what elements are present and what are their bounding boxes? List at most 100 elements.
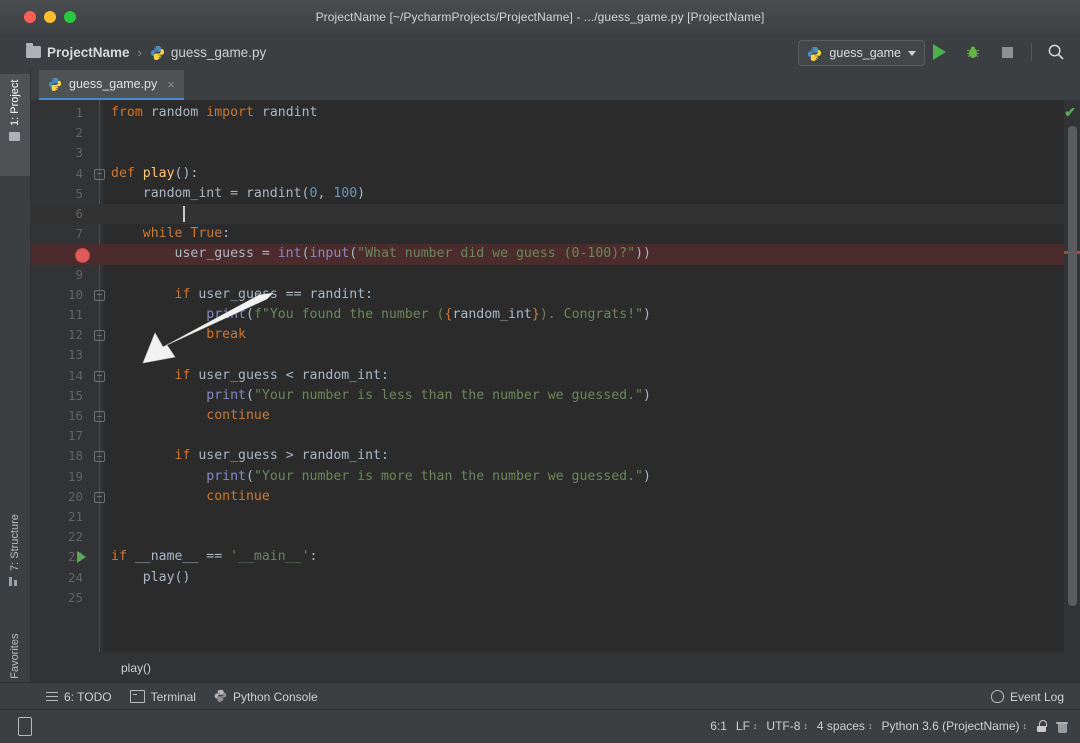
fold-toggle-icon[interactable]: [94, 289, 105, 301]
indent-selector[interactable]: 4 spaces ↕: [817, 719, 873, 733]
caret-position[interactable]: 6:1: [710, 719, 727, 733]
code-line[interactable]: continue: [111, 487, 270, 507]
line-number[interactable]: 7: [31, 224, 83, 244]
tool-window-python-console-label: Python Console: [232, 689, 318, 704]
debug-button[interactable]: [963, 42, 983, 62]
line-number[interactable]: 4: [31, 164, 83, 184]
line-number[interactable]: 14: [31, 366, 83, 386]
code-line[interactable]: break: [111, 325, 246, 345]
line-number[interactable]: 25: [31, 588, 83, 608]
line-number[interactable]: 13: [31, 345, 83, 365]
line-number[interactable]: 11: [31, 305, 83, 325]
line-number[interactable]: 16: [31, 406, 83, 426]
text-caret: [183, 206, 185, 222]
run-gutter-icon[interactable]: [77, 551, 86, 564]
line-number[interactable]: 17: [31, 426, 83, 446]
fold-toggle-icon[interactable]: [94, 491, 105, 503]
window-controls[interactable]: [24, 0, 76, 34]
fold-toggle-icon[interactable]: [94, 370, 105, 382]
fold-toggle-icon[interactable]: [94, 451, 105, 463]
line-number[interactable]: 23: [31, 547, 83, 567]
debug-icon: [967, 46, 979, 58]
encoding-selector[interactable]: UTF-8 ↕: [766, 719, 808, 733]
line-number[interactable]: 3: [31, 143, 83, 163]
close-button[interactable]: [24, 11, 36, 23]
line-number[interactable]: 5: [31, 184, 83, 204]
line-number[interactable]: 6: [31, 204, 83, 224]
editor-breadcrumb[interactable]: play(): [31, 652, 1080, 683]
device-icon[interactable]: [18, 716, 32, 736]
code-line[interactable]: if user_guess == randint:: [111, 285, 374, 305]
editor-breadcrumb-label: play(): [121, 661, 152, 675]
editor-tab-label: guess_game.py: [69, 77, 158, 91]
line-number[interactable]: 19: [31, 467, 83, 487]
inspection-ok-icon: ✔: [1064, 104, 1076, 120]
code-line[interactable]: from random import randint: [111, 103, 317, 123]
chevron-updown-icon: ↕: [1022, 721, 1028, 731]
run-icon: [932, 44, 946, 60]
close-icon[interactable]: ×: [167, 77, 175, 92]
line-number[interactable]: 21: [31, 507, 83, 527]
line-number[interactable]: 10: [31, 285, 83, 305]
breadcrumb-file-label: guess_game.py: [170, 44, 267, 60]
code-line[interactable]: continue: [111, 406, 270, 426]
line-number[interactable]: 20: [31, 487, 83, 507]
toolbar-divider: [1031, 43, 1032, 61]
minimize-button[interactable]: [44, 11, 56, 23]
line-number[interactable]: 2: [31, 123, 83, 143]
sidebar-item-project[interactable]: 1: Project: [0, 74, 30, 176]
fold-toggle-icon[interactable]: [94, 168, 105, 180]
code-line[interactable]: while True:: [111, 224, 230, 244]
interpreter-selector[interactable]: Python 3.6 (ProjectName) ↕: [881, 719, 1027, 733]
line-number[interactable]: 24: [31, 568, 83, 588]
code-line[interactable]: random_int = randint(0, 100): [111, 184, 365, 204]
code-line[interactable]: if user_guess > random_int:: [111, 446, 389, 466]
breadcrumb-item-project[interactable]: ProjectName: [26, 43, 130, 60]
search-button[interactable]: [1046, 42, 1066, 62]
title-bar: ProjectName [~/PycharmProjects/ProjectNa…: [0, 0, 1080, 35]
code-line[interactable]: if user_guess < random_int:: [111, 366, 389, 386]
lock-icon[interactable]: [1036, 720, 1047, 732]
code-line[interactable]: print(f"You found the number ({random_in…: [111, 305, 651, 325]
tool-window-terminal[interactable]: Terminal: [129, 690, 196, 704]
editor-tab-guess-game[interactable]: guess_game.py ×: [39, 70, 184, 100]
trash-icon[interactable]: [1056, 720, 1068, 733]
stop-button[interactable]: [997, 42, 1017, 62]
code-editor[interactable]: 1 from random import randint 2 3 4 def play()…: [31, 100, 1080, 652]
line-number[interactable]: 12: [31, 325, 83, 345]
editor-scrollbar-thumb[interactable]: [1068, 126, 1077, 606]
code-line[interactable]: def play():: [111, 164, 198, 184]
fold-toggle-icon[interactable]: [94, 411, 105, 422]
code-line[interactable]: print("Your number is more than the numb…: [111, 467, 651, 487]
tool-window-todo[interactable]: 6: TODO: [46, 690, 112, 704]
tool-window-python-console[interactable]: Python Console: [214, 689, 318, 705]
run-configuration-selector[interactable]: guess_game: [798, 40, 925, 66]
breadcrumb-item-file[interactable]: guess_game.py: [150, 45, 266, 60]
fold-toggle-icon[interactable]: [94, 330, 105, 342]
sidebar-item-structure[interactable]: 7: Structure: [0, 508, 30, 620]
maximize-button[interactable]: [64, 11, 76, 23]
folder-icon: [26, 43, 41, 58]
python-icon: [214, 689, 227, 705]
code-line[interactable]: user_guess = int(input("What number did …: [111, 244, 651, 264]
line-number[interactable]: 9: [31, 265, 83, 285]
navigation-breadcrumb: ProjectName › guess_game.py: [26, 34, 266, 70]
line-number[interactable]: 15: [31, 386, 83, 406]
line-number[interactable]: 18: [31, 446, 83, 466]
structure-icon: [10, 577, 21, 586]
code-line[interactable]: if __name__ == '__main__':: [111, 547, 317, 567]
line-separator-selector[interactable]: LF ↕: [736, 719, 758, 733]
python-file-icon: [48, 77, 63, 92]
code-line[interactable]: print("Your number is less than the numb…: [111, 386, 651, 406]
todo-icon: [46, 691, 58, 702]
event-log-button[interactable]: Event Log: [990, 690, 1064, 704]
line-number[interactable]: 1: [31, 103, 83, 123]
sidebar-item-project-label: 1: Project: [9, 80, 21, 127]
line-number[interactable]: 22: [31, 527, 83, 547]
breakpoint-marker[interactable]: [75, 247, 90, 263]
run-button[interactable]: [929, 42, 949, 62]
stop-icon: [1001, 46, 1013, 58]
code-line[interactable]: play(): [111, 568, 191, 588]
left-tool-strip: 1: Project 7: Structure 2: Favorites ★: [0, 70, 31, 741]
chevron-updown-icon: ↕: [803, 721, 808, 731]
